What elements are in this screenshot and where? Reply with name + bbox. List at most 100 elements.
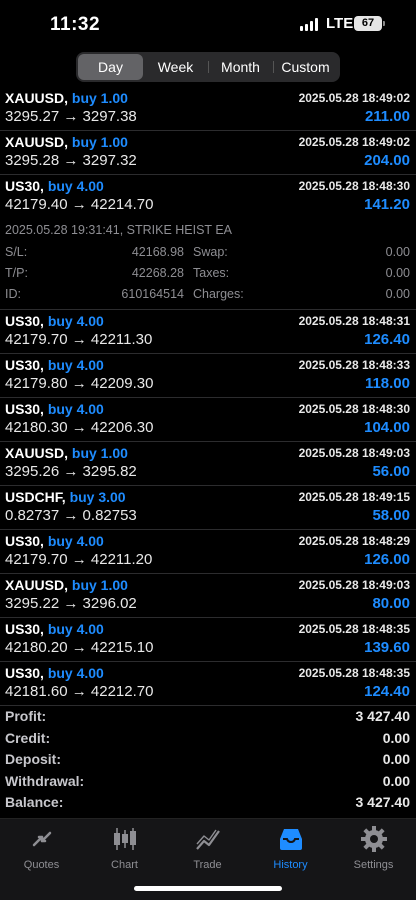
trade-row-expanded[interactable]: US30, buy 4.00 2025.05.28 18:48:30 42179… bbox=[0, 175, 416, 219]
trade-profit: 211.00 bbox=[364, 108, 410, 125]
trade-date: 2025.05.28 18:49:02 bbox=[298, 135, 410, 149]
trade-row[interactable]: XAUUSD, buy 1.00 2025.05.28 18:49:03 329… bbox=[0, 442, 416, 486]
home-indicator bbox=[134, 886, 282, 891]
account-summary: Profit: 3 427.40 Credit: 0.00 Deposit: 0… bbox=[0, 706, 416, 814]
tab-label: Chart bbox=[111, 859, 138, 871]
trade-symbol: US30, bbox=[5, 357, 44, 373]
trade-row[interactable]: XAUUSD, buy 1.00 2025.05.28 18:49:02 329… bbox=[0, 87, 416, 131]
trade-row[interactable]: US30, buy 4.00 2025.05.28 18:48:31 42179… bbox=[0, 310, 416, 354]
summary-label: Balance: bbox=[5, 794, 64, 810]
tab-quotes[interactable]: Quotes bbox=[0, 825, 83, 871]
trade-symbol: XAUUSD, bbox=[5, 577, 69, 593]
tab-label: Trade bbox=[193, 859, 222, 871]
trade-date: 2025.05.28 18:48:35 bbox=[298, 666, 410, 680]
period-week[interactable]: Week bbox=[143, 54, 208, 80]
chart-icon bbox=[113, 828, 136, 850]
summary-label: Withdrawal: bbox=[5, 772, 85, 789]
trade-symbol: XAUUSD, bbox=[5, 134, 69, 150]
trade-date: 2025.05.28 18:49:02 bbox=[298, 91, 410, 105]
gear-icon bbox=[360, 826, 387, 852]
tp-label: T/P: bbox=[5, 266, 28, 280]
summary-label: Deposit: bbox=[5, 751, 61, 767]
trade-side: buy 4.00 bbox=[47, 665, 104, 681]
summary-value: 3 427.40 bbox=[355, 794, 411, 810]
taxes-label: Taxes: bbox=[193, 266, 230, 280]
tab-history[interactable]: History bbox=[249, 825, 332, 871]
trade-side: buy 4.00 bbox=[47, 313, 104, 329]
trade-prices: 3295.26 → 3295.82 bbox=[5, 463, 137, 480]
trade-prices: 0.82737 → 0.82753 bbox=[5, 507, 137, 524]
trade-side: buy 4.00 bbox=[47, 621, 104, 637]
trade-profit: 126.40 bbox=[364, 331, 410, 348]
tp-value: 42268.28 bbox=[131, 266, 184, 280]
trade-prices: 3295.22 → 3296.02 bbox=[5, 595, 137, 612]
trade-prices: 42181.60 → 42212.70 bbox=[5, 683, 154, 700]
id-label: ID: bbox=[5, 287, 21, 301]
summary-value: 0.00 bbox=[382, 772, 410, 789]
trade-symbol: US30, bbox=[5, 401, 44, 417]
trade-symbol: XAUUSD, bbox=[5, 90, 69, 106]
trade-row[interactable]: US30, buy 4.00 2025.05.28 18:48:30 42180… bbox=[0, 398, 416, 442]
trade-prices: 42179.40 → 42214.70 bbox=[5, 196, 154, 213]
tab-trade[interactable]: Trade bbox=[166, 825, 249, 871]
trade-symbol: USDCHF, bbox=[5, 489, 66, 505]
trade-date: 2025.05.28 18:49:03 bbox=[298, 446, 410, 460]
trade-side: buy 1.00 bbox=[71, 445, 128, 461]
period-month[interactable]: Month bbox=[208, 54, 273, 80]
trade-date: 2025.05.28 18:48:35 bbox=[298, 622, 410, 636]
trade-date: 2025.05.28 18:48:33 bbox=[298, 358, 410, 372]
summary-value: 3 427.40 bbox=[355, 708, 411, 724]
trade-symbol: US30, bbox=[5, 665, 44, 681]
summary-withdrawal: Withdrawal: 0.00 bbox=[0, 771, 416, 793]
tab-settings[interactable]: Settings bbox=[332, 825, 415, 871]
trade-profit: 141.20 bbox=[364, 196, 410, 213]
taxes-value: 0.00 bbox=[385, 266, 410, 280]
history-icon bbox=[279, 829, 302, 850]
trade-profit: 139.60 bbox=[364, 639, 410, 656]
trade-row[interactable]: US30, buy 4.00 2025.05.28 18:48:35 42181… bbox=[0, 662, 416, 706]
trade-side: buy 3.00 bbox=[69, 489, 126, 505]
charges-label: Charges: bbox=[193, 287, 244, 301]
trade-row[interactable]: US30, buy 4.00 2025.05.28 18:48:29 42179… bbox=[0, 530, 416, 574]
period-custom[interactable]: Custom bbox=[273, 54, 338, 80]
summary-balance: Balance: 3 427.40 bbox=[0, 792, 416, 814]
trade-row[interactable]: XAUUSD, buy 1.00 2025.05.28 18:49:02 329… bbox=[0, 131, 416, 175]
trade-icon bbox=[195, 829, 220, 850]
trade-profit: 58.00 bbox=[372, 507, 410, 524]
id-value: 610164514 bbox=[121, 287, 184, 301]
network-label: LTE bbox=[326, 15, 354, 32]
trade-date: 2025.05.28 18:48:31 bbox=[298, 314, 410, 328]
trade-side: buy 1.00 bbox=[71, 577, 128, 593]
trade-side: buy 4.00 bbox=[47, 533, 104, 549]
sl-value: 42168.98 bbox=[131, 245, 184, 259]
charges-value: 0.00 bbox=[385, 287, 410, 301]
trade-date: 2025.05.28 18:48:30 bbox=[298, 402, 410, 416]
tab-label: Settings bbox=[353, 859, 394, 871]
trade-row[interactable]: USDCHF, buy 3.00 2025.05.28 18:49:15 0.8… bbox=[0, 486, 416, 530]
trade-date: 2025.05.28 18:49:15 bbox=[298, 490, 410, 504]
tab-label: History bbox=[273, 859, 308, 871]
trade-symbol: XAUUSD, bbox=[5, 445, 69, 461]
trade-prices: 3295.27 → 3297.38 bbox=[5, 108, 137, 125]
trade-prices: 42180.30 → 42206.30 bbox=[5, 419, 154, 436]
trade-side: buy 4.00 bbox=[47, 178, 104, 194]
trade-row[interactable]: US30, buy 4.00 2025.05.28 18:48:33 42179… bbox=[0, 354, 416, 398]
trade-prices: 42179.80 → 42209.30 bbox=[5, 375, 154, 392]
trade-row[interactable]: US30, buy 4.00 2025.05.28 18:48:35 42180… bbox=[0, 618, 416, 662]
trade-symbol: US30, bbox=[5, 178, 44, 194]
trade-profit: 126.00 bbox=[364, 551, 410, 568]
period-day[interactable]: Day bbox=[78, 54, 143, 80]
trade-side: buy 1.00 bbox=[71, 90, 128, 106]
summary-credit: Credit: 0.00 bbox=[0, 728, 416, 750]
sl-label: S/L: bbox=[5, 245, 28, 259]
signal-icon bbox=[300, 17, 318, 31]
tab-label: Quotes bbox=[23, 859, 60, 871]
tab-chart[interactable]: Chart bbox=[83, 825, 166, 871]
trade-row[interactable]: XAUUSD, buy 1.00 2025.05.28 18:49:03 329… bbox=[0, 574, 416, 618]
trade-date: 2025.05.28 18:48:29 bbox=[298, 534, 410, 548]
status-bar: 11:32 LTE 67 bbox=[0, 0, 416, 50]
trade-prices: 42180.20 → 42215.10 bbox=[5, 639, 154, 656]
period-selector: Day Week Month Custom bbox=[76, 52, 340, 82]
trade-profit: 80.00 bbox=[372, 595, 410, 612]
swap-value: 0.00 bbox=[385, 245, 410, 259]
